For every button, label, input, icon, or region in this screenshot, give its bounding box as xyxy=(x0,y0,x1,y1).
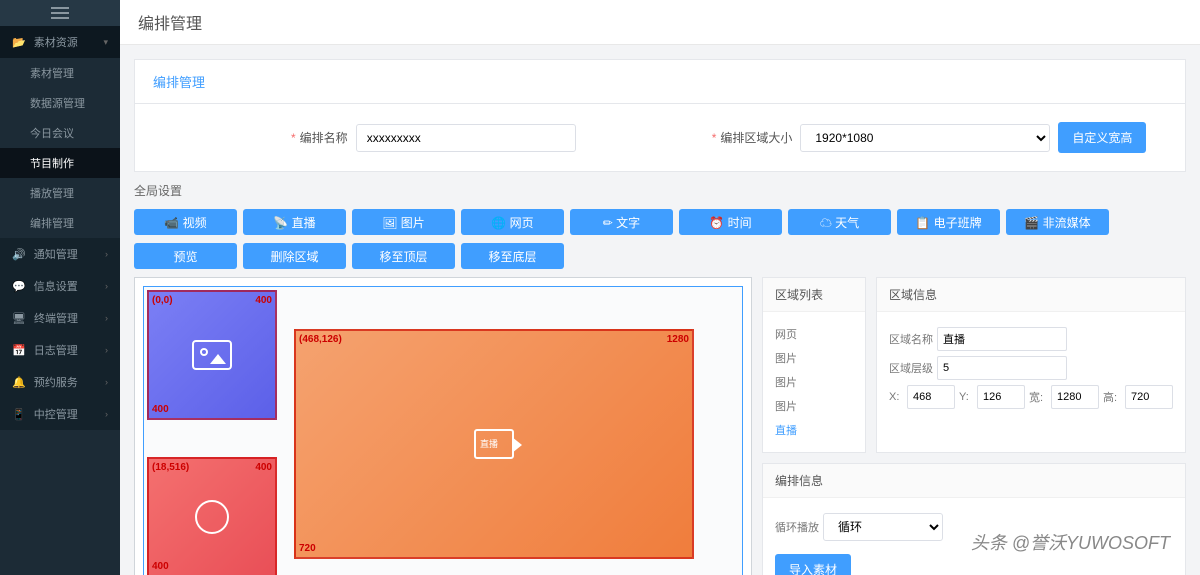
import-material-button[interactable]: 导入素材 xyxy=(775,554,851,575)
sidebar-section-info[interactable]: 💬信息设置› xyxy=(0,270,120,302)
region-name-input[interactable] xyxy=(937,327,1067,351)
canvas-container: (0,0) 400 400 (468,126) 1280 720 直播 xyxy=(134,277,752,575)
tool-board[interactable]: 📋 电子班牌 xyxy=(897,209,1000,235)
sidebar-section-label: 素材资源 xyxy=(34,34,78,50)
size-select[interactable]: 1920*1080 xyxy=(800,124,1050,152)
region-list-item[interactable]: 网页 xyxy=(775,322,853,346)
tool-nonstream[interactable]: 🎬 非流媒体 xyxy=(1006,209,1109,235)
sidebar-section-central[interactable]: 📱中控管理› xyxy=(0,398,120,430)
sidebar-section-log[interactable]: 📅日志管理› xyxy=(0,334,120,366)
tool-web[interactable]: 🌐 网页 xyxy=(461,209,564,235)
watermark: 头条 @誉沃YUWOSOFT xyxy=(971,529,1170,555)
region-1[interactable]: (0,0) 400 400 xyxy=(147,290,277,420)
sidebar-section-reserve[interactable]: 🔔预约服务› xyxy=(0,366,120,398)
tool-live[interactable]: 📡 直播 xyxy=(243,209,346,235)
link-icon xyxy=(195,500,229,534)
region-list-panel: 区域列表 网页 图片 图片 图片 直播 xyxy=(762,277,866,453)
tool-time[interactable]: ⏰ 时间 xyxy=(679,209,782,235)
toolbar: 📹 视频 📡 直播 🖼 图片 🌐 网页 ✏ 文字 ⏰ 时间 ☁ 天气 📋 电子班… xyxy=(134,209,1186,235)
arrange-info-title: 编排信息 xyxy=(763,464,1185,498)
sidebar-section-materials[interactable]: 📂 素材资源 ▾ xyxy=(0,26,120,58)
sidebar-item-today-meeting[interactable]: 今日会议 xyxy=(0,118,120,148)
size-label: *编排区域大小 xyxy=(712,129,793,146)
region-3[interactable]: (18,516) 400 400 xyxy=(147,457,277,575)
tool-weather[interactable]: ☁ 天气 xyxy=(788,209,891,235)
region-list-item[interactable]: 直播 xyxy=(775,418,853,442)
tool-preview[interactable]: 预览 xyxy=(134,243,237,269)
sidebar-item-play-mgmt[interactable]: 播放管理 xyxy=(0,178,120,208)
sidebar-item-arrange-mgmt[interactable]: 编排管理 xyxy=(0,208,120,238)
arrange-info-panel: 编排信息 循环播放 循环 导入素材 素材名称 ⇅ 素材类型 xyxy=(762,463,1186,575)
tool-delete-region[interactable]: 删除区域 xyxy=(243,243,346,269)
image-icon xyxy=(192,340,232,370)
layout-canvas[interactable]: (0,0) 400 400 (468,126) 1280 720 直播 xyxy=(143,286,743,575)
arrange-name-input[interactable] xyxy=(356,124,576,152)
camera-icon: 直播 xyxy=(474,429,514,459)
region-level-input[interactable] xyxy=(937,356,1067,380)
sidebar-item-material-mgmt[interactable]: 素材管理 xyxy=(0,58,120,88)
section-header: 编排管理 xyxy=(135,60,1185,104)
custom-size-button[interactable]: 自定义宽高 xyxy=(1058,122,1146,153)
region-w-input[interactable] xyxy=(1051,385,1099,409)
region-x-input[interactable] xyxy=(907,385,955,409)
menu-icon xyxy=(51,7,69,19)
sidebar-item-program[interactable]: 节目制作 xyxy=(0,148,120,178)
region-h-input[interactable] xyxy=(1125,385,1173,409)
loop-select[interactable]: 循环 xyxy=(823,513,943,541)
tool-video[interactable]: 📹 视频 xyxy=(134,209,237,235)
region-list-title: 区域列表 xyxy=(763,278,865,312)
folder-open-icon: 📂 xyxy=(12,36,26,49)
name-label: *编排名称 xyxy=(291,129,348,146)
region-list-item[interactable]: 图片 xyxy=(775,346,853,370)
region-list-item[interactable]: 图片 xyxy=(775,370,853,394)
tool-move-bottom[interactable]: 移至底层 xyxy=(461,243,564,269)
region-y-input[interactable] xyxy=(977,385,1025,409)
sidebar-item-datasource[interactable]: 数据源管理 xyxy=(0,88,120,118)
sidebar: 📂 素材资源 ▾ 素材管理 数据源管理 今日会议 节目制作 播放管理 编排管理 … xyxy=(0,0,120,575)
sidebar-section-notify[interactable]: 🔊通知管理› xyxy=(0,238,120,270)
main-content: 编排管理 编排管理 *编排名称 *编排区域大小 1920*1080 自定义宽高 … xyxy=(120,0,1200,575)
sidebar-toggle[interactable] xyxy=(0,0,120,26)
tool-image[interactable]: 🖼 图片 xyxy=(352,209,455,235)
tool-text[interactable]: ✏ 文字 xyxy=(570,209,673,235)
region-2[interactable]: (468,126) 1280 720 直播 xyxy=(294,329,694,559)
page-title: 编排管理 xyxy=(120,0,1200,45)
region-list-item[interactable]: 图片 xyxy=(775,394,853,418)
sidebar-section-terminal[interactable]: 🖥终端管理› xyxy=(0,302,120,334)
global-settings-label: 全局设置 xyxy=(134,172,1186,209)
region-info-panel: 区域信息 区域名称 区域层级 X: Y: 宽: 高: xyxy=(876,277,1186,453)
tool-move-top[interactable]: 移至顶层 xyxy=(352,243,455,269)
chevron-down-icon: ▾ xyxy=(103,37,108,48)
region-info-title: 区域信息 xyxy=(877,278,1185,312)
